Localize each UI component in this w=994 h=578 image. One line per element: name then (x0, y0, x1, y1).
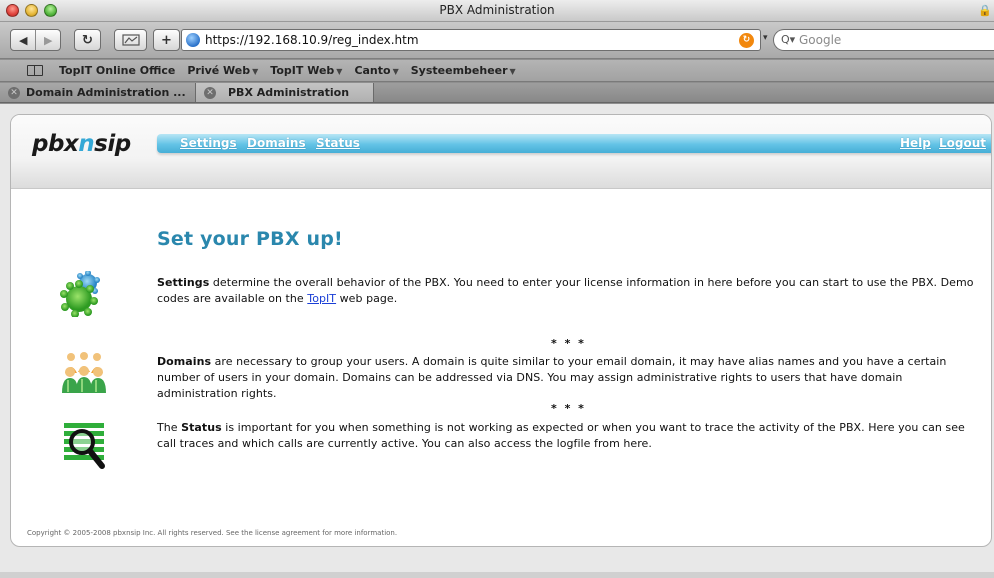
chevron-down-icon: ▼ (252, 67, 259, 76)
title-bar: PBX Administration 🔒 (0, 0, 994, 22)
tab-label: Domain Administration ... (26, 86, 186, 99)
bookmark-item[interactable]: TopIT Web ▼ (270, 64, 342, 77)
settings-tail: web page. (336, 292, 398, 305)
search-placeholder: Google (799, 33, 842, 47)
copyright-footer: Copyright © 2005-2008 pbxnsip Inc. All r… (27, 529, 398, 537)
chevron-down-icon: ▼ (336, 67, 343, 76)
snapback-icon (121, 34, 140, 46)
pbxnsip-logo: pbxnsip (32, 131, 131, 157)
status-text: is important for you when something is n… (157, 421, 965, 450)
topit-link[interactable]: TopIT (307, 292, 336, 305)
domains-text: are necessary to group your users. A dom… (157, 355, 947, 400)
nav-settings-link[interactable]: Settings (180, 136, 237, 150)
window-title: PBX Administration (439, 3, 555, 17)
reload-button[interactable]: ↻ (74, 29, 101, 51)
rss-icon[interactable]: ↻ (739, 33, 754, 48)
status-term: Status (181, 421, 222, 434)
bookmark-item[interactable]: Canto ▼ (354, 64, 398, 77)
admin-panel: pbxnsip Settings Domains Status Help Log… (10, 114, 992, 547)
page-viewport: pbxnsip Settings Domains Status Help Log… (0, 104, 994, 578)
status-magnifier-icon[interactable] (62, 421, 108, 471)
address-bar[interactable]: https://192.168.10.9/reg_index.htm ↻ (181, 29, 761, 51)
chevron-down-icon: ▼ (509, 67, 516, 76)
status-prefix: The (157, 421, 182, 434)
domains-users-icon[interactable] (62, 351, 106, 395)
search-icon: Q▾ (781, 33, 796, 46)
tab-bar: ✕ Domain Administration ... ✕ PBX Admini… (0, 83, 994, 103)
status-description: The Status is important for you when som… (157, 420, 977, 452)
browser-toolbar: ◀ ▶ ↻ + https://192.168.10.9/reg_index.h… (0, 22, 994, 59)
bookmarks-book-icon[interactable] (27, 65, 43, 76)
section-separator: * * * (551, 337, 586, 350)
forward-button[interactable]: ▶ (35, 30, 60, 50)
domains-description: Domains are necessary to group your user… (157, 354, 977, 402)
tab-pbx-administration[interactable]: ✕ PBX Administration (196, 83, 374, 102)
address-text: https://192.168.10.9/reg_index.htm (205, 33, 419, 47)
status-bar (0, 572, 994, 578)
add-bookmark-button[interactable]: + (153, 29, 180, 51)
tab-label: PBX Administration (228, 86, 350, 99)
bookmark-item[interactable]: TopIT Online Office (59, 64, 175, 77)
nav-help-link[interactable]: Help (900, 136, 931, 150)
tab-domain-administration[interactable]: ✕ Domain Administration ... (0, 83, 196, 102)
search-field[interactable]: Q▾ Google (773, 29, 994, 51)
bookmark-item[interactable]: Systeembeheer ▼ (411, 64, 516, 77)
chevron-down-icon: ▼ (392, 67, 399, 76)
address-dropdown-icon[interactable]: ▾ (763, 33, 768, 43)
page-header: pbxnsip Settings Domains Status Help Log… (11, 115, 991, 189)
settings-term: Settings (157, 276, 210, 289)
close-icon[interactable]: ✕ (204, 86, 216, 99)
reload-icon: ↻ (82, 32, 93, 48)
nav-logout-link[interactable]: Logout (939, 136, 986, 150)
close-icon[interactable]: ✕ (8, 86, 20, 99)
settings-text: determine the overall behavior of the PB… (157, 276, 974, 305)
snapback-button[interactable] (114, 29, 147, 51)
section-separator: * * * (551, 402, 586, 415)
globe-icon (186, 33, 200, 47)
main-nav-bar: Settings Domains Status Help Logout (157, 134, 991, 153)
back-button[interactable]: ◀ (11, 30, 35, 50)
domains-term: Domains (157, 355, 212, 368)
plus-icon: + (161, 32, 172, 48)
settings-gear-icon[interactable] (60, 271, 102, 317)
lock-icon: 🔒 (978, 4, 992, 17)
settings-description: Settings determine the overall behavior … (157, 275, 977, 307)
history-nav: ◀ ▶ (10, 29, 61, 51)
nav-domains-link[interactable]: Domains (247, 136, 306, 150)
bookmarks-bar: TopIT Online Office Privé Web ▼ TopIT Web… (0, 60, 994, 82)
page-title: Set your PBX up! (157, 228, 343, 250)
nav-status-link[interactable]: Status (316, 136, 360, 150)
bookmark-item[interactable]: Privé Web ▼ (187, 64, 258, 77)
